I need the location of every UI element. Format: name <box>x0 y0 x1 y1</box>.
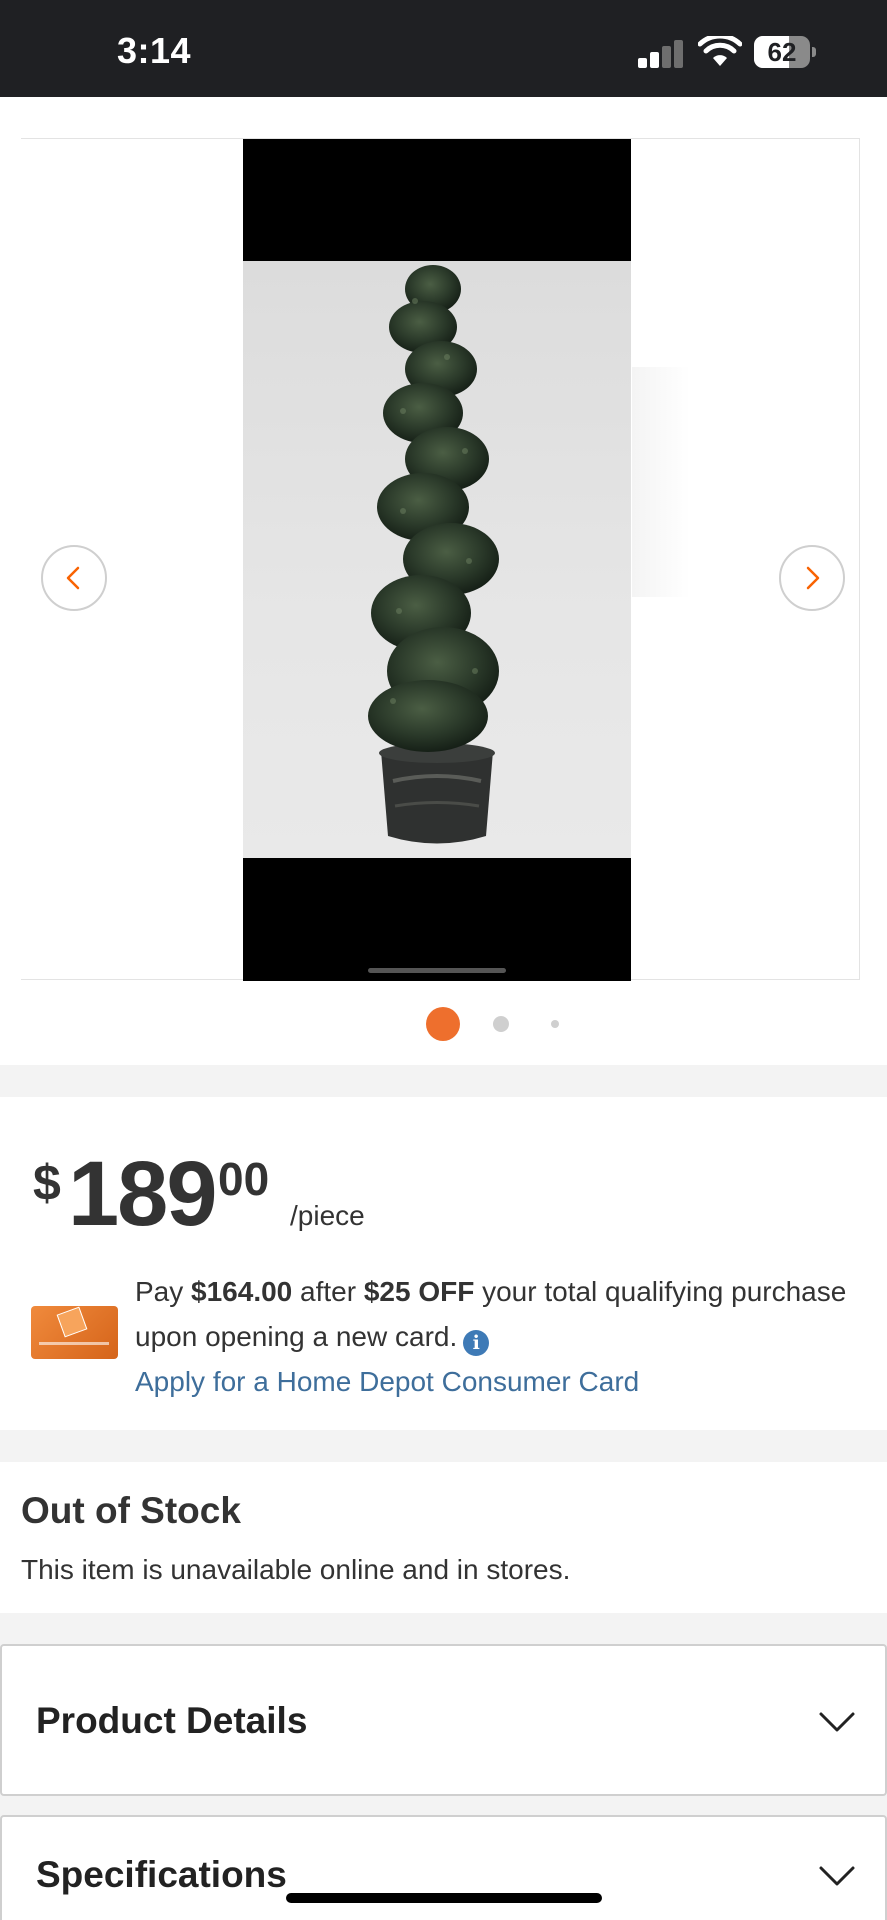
chevron-down-icon <box>819 1712 855 1732</box>
carousel-dot-1[interactable] <box>426 1007 460 1041</box>
wifi-icon <box>698 36 742 66</box>
home-indicator <box>286 1893 602 1903</box>
promo-amount: $164.00 <box>191 1276 293 1307</box>
price-unit: /piece <box>290 1200 365 1231</box>
price-section: $ 189 00 /piece Pay $164.00 after $25 OF… <box>0 1097 887 1430</box>
promo-discount: $25 OFF <box>363 1276 475 1307</box>
card-promo: Pay $164.00 after $25 OFF your total qua… <box>135 1269 855 1404</box>
product-details-title: Product Details <box>36 1700 308 1741</box>
topiary-image <box>368 265 499 844</box>
carousel-dots <box>0 1007 887 1043</box>
price-cents: 00 <box>218 1153 270 1205</box>
next-image-button[interactable] <box>779 545 845 611</box>
product-details-accordion[interactable]: Product Details <box>0 1644 887 1796</box>
carousel-dot-3[interactable] <box>551 1020 559 1028</box>
stock-title: Out of Stock <box>21 1490 241 1531</box>
stock-status: Out of Stock This item is unavailable on… <box>0 1462 887 1613</box>
status-bar: 3:14 62 <box>0 0 887 97</box>
battery-icon: 62 <box>754 36 816 68</box>
price-currency: $ <box>33 1155 61 1211</box>
specifications-accordion[interactable]: Specifications <box>0 1815 887 1920</box>
price-dollars: 189 <box>68 1143 217 1245</box>
product-image[interactable] <box>243 139 631 981</box>
carousel-dot-2[interactable] <box>493 1016 509 1032</box>
chevron-left-icon <box>66 566 80 590</box>
specifications-title: Specifications <box>36 1854 287 1895</box>
apply-card-link[interactable]: Apply for a Home Depot Consumer Card <box>135 1359 855 1404</box>
previous-image-button[interactable] <box>41 545 107 611</box>
battery-level: 62 <box>767 37 797 67</box>
home-depot-logo-icon <box>56 1306 88 1338</box>
credit-card-image <box>31 1306 118 1359</box>
chevron-right-icon <box>806 566 820 590</box>
stock-description: This item is unavailable online and in s… <box>21 1554 571 1585</box>
status-time: 3:14 <box>117 30 192 71</box>
cellular-signal-icon <box>638 40 686 68</box>
info-icon[interactable]: i <box>463 1330 490 1356</box>
chevron-down-icon <box>819 1866 855 1886</box>
